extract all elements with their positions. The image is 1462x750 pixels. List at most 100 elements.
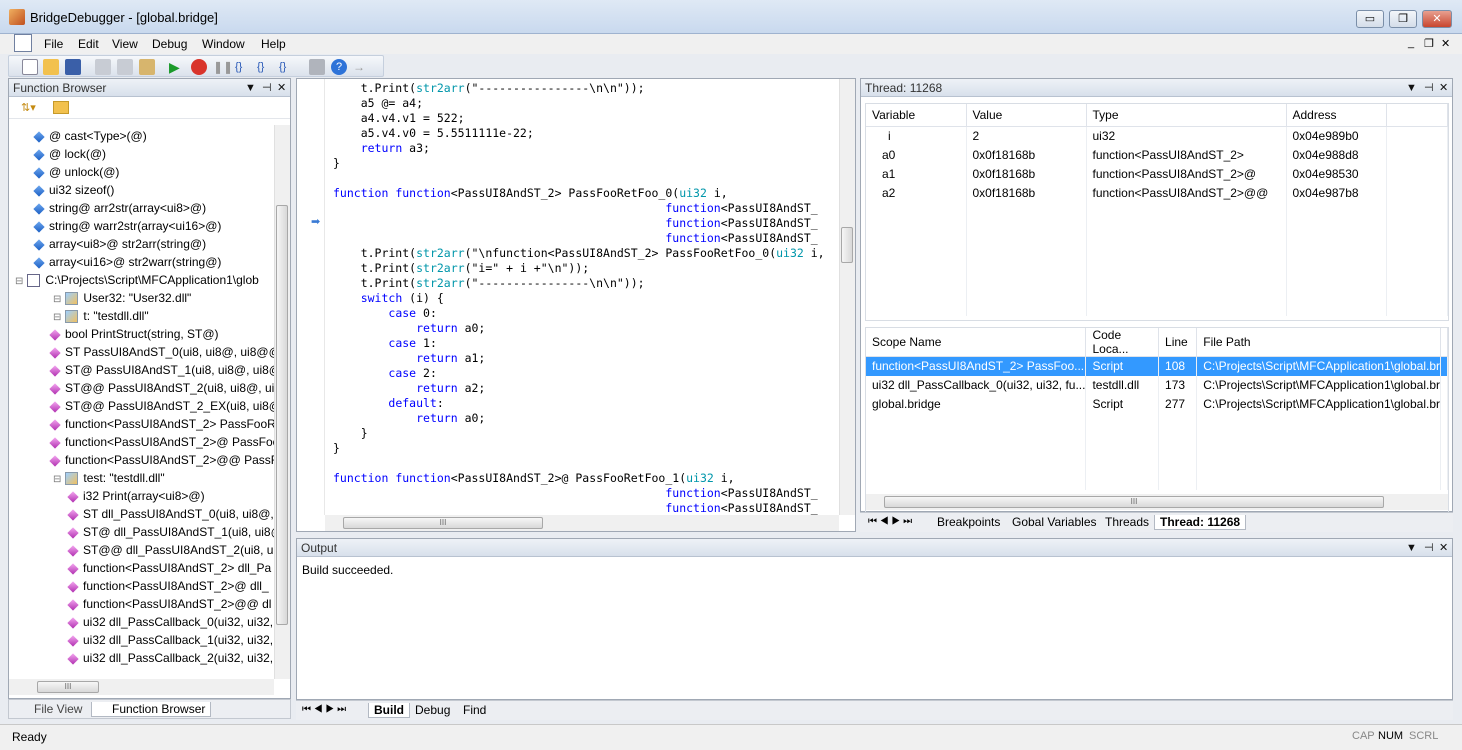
tree-item[interactable]: bool PrintStruct(string, ST@) — [49, 325, 219, 343]
tree-item[interactable]: function<PassUI8AndST_2>@@ PassF — [49, 451, 274, 469]
editor-vscroll[interactable] — [839, 79, 855, 515]
open-folder-icon[interactable] — [43, 59, 59, 75]
column-header[interactable]: Variable — [866, 104, 967, 127]
dropdown-icon[interactable]: ▼ — [1406, 539, 1417, 557]
column-header[interactable]: Value — [966, 104, 1087, 127]
expand-icon[interactable]: ⊟ — [53, 312, 61, 323]
column-header[interactable]: Address — [1286, 104, 1387, 127]
call-stack-row[interactable]: function<PassUI8AndST_2> PassFoo... Scrip… — [866, 356, 1448, 376]
tree-item[interactable]: ST PassUI8AndST_0(ui8, ui8@, ui8@@, — [49, 343, 274, 361]
tree-item[interactable]: i32 Print(array<ui8>@) — [67, 487, 205, 505]
maximize-button[interactable]: ❐ — [1389, 10, 1417, 28]
tree-item[interactable]: ST@@ dll_PassUI8AndST_2(ui8, ui8 — [67, 541, 274, 559]
menu-view[interactable]: View — [112, 37, 138, 51]
mdi-close-icon[interactable]: ✕ — [1441, 37, 1450, 50]
variable-row[interactable]: a1 0x0f18168b function<PassUI8AndST_2>@ 0x0… — [866, 164, 1448, 183]
menu-window[interactable]: Window — [202, 37, 245, 51]
tab-thread-11268[interactable]: Thread: 11268 — [1154, 515, 1247, 530]
tree-item[interactable]: ⊟ test: "testdll.dll" — [53, 469, 165, 489]
output-tab-nav-icons[interactable]: ⏮ ◀ ▶ ⏭ — [302, 704, 346, 715]
tab-breakpoints[interactable]: Breakpoints — [932, 515, 1005, 529]
help-icon[interactable]: ? — [331, 59, 347, 75]
tree-item[interactable]: ST@@ PassUI8AndST_2(ui8, ui8@, ui8 — [49, 379, 274, 397]
expand-icon[interactable]: ⊟ — [15, 276, 23, 287]
tree-item[interactable]: string@ arr2str(array<ui8>@) — [33, 199, 206, 217]
call-stack-row[interactable]: ui32 dll_PassCallback_0(ui32, ui32, fu..… — [866, 375, 1448, 395]
save-icon[interactable] — [65, 59, 81, 75]
expand-icon[interactable]: ⊟ — [53, 294, 61, 305]
column-header[interactable]: Type — [1086, 104, 1287, 127]
copy-icon[interactable] — [117, 59, 133, 75]
print-icon[interactable] — [309, 59, 325, 75]
tree-item[interactable]: string@ warr2str(array<ui16>@) — [33, 217, 221, 235]
mdi-restore-icon[interactable]: ❐ — [1424, 37, 1434, 50]
new-file-icon[interactable] — [22, 59, 38, 75]
tree-item[interactable]: function<PassUI8AndST_2> dll_Pa — [67, 559, 271, 577]
menu-file[interactable]: File — [44, 37, 63, 51]
pin-icon[interactable]: ⊣ — [1424, 79, 1434, 97]
pin-icon[interactable]: ⊣ — [262, 79, 272, 97]
close-button[interactable]: ✕ — [1422, 10, 1452, 28]
column-header[interactable]: File Path — [1196, 328, 1441, 357]
variable-row[interactable]: a2 0x0f18168b function<PassUI8AndST_2>@@ 0x… — [866, 183, 1448, 202]
close-icon[interactable]: ✕ — [277, 79, 286, 97]
menu-edit[interactable]: Edit — [78, 37, 99, 51]
tree-item[interactable]: function<PassUI8AndST_2>@ dll_ — [67, 577, 269, 595]
tree-item[interactable]: ST@@ PassUI8AndST_2_EX(ui8, ui8@, — [49, 397, 274, 415]
folder-icon[interactable] — [53, 101, 69, 114]
code-editor[interactable]: ➡ t.Print(str2arr("----------------\n\n"… — [296, 78, 856, 532]
editor-hscroll[interactable]: III — [325, 515, 839, 531]
menu-debug[interactable]: Debug — [152, 37, 187, 51]
tree-item[interactable]: array<ui8>@ str2arr(string@) — [33, 235, 206, 253]
variable-row[interactable]: a0 0x0f18168b function<PassUI8AndST_2> 0x04… — [866, 145, 1448, 164]
tree-item[interactable]: function<PassUI8AndST_2>@ PassFoo — [49, 433, 274, 451]
tab-global-variables[interactable]: Gobal Variables — [1007, 515, 1102, 529]
tab-function-browser[interactable]: Function Browser — [91, 702, 212, 717]
variable-row[interactable]: i 2 ui32 0x04e989b0 — [866, 126, 1448, 145]
tree-item[interactable]: ui32 sizeof() — [33, 181, 114, 199]
tab-nav-icons[interactable]: ⏮ ◀ ▶ ⏭ — [868, 516, 912, 527]
tree-item[interactable]: ST dll_PassUI8AndST_0(ui8, ui8@, u — [67, 505, 274, 523]
tree-item[interactable]: ⊟ t: "testdll.dll" — [53, 307, 149, 327]
tree-item[interactable]: array<ui16>@ str2warr(string@) — [33, 253, 221, 271]
expand-icon[interactable]: ⊟ — [53, 474, 61, 485]
step-out-icon[interactable]: {} — [279, 59, 295, 75]
call-stack-hscroll[interactable]: III — [866, 494, 1448, 510]
sort-icon[interactable]: ⇅▾ — [21, 101, 43, 115]
pause-icon[interactable]: ❚❚ — [213, 59, 233, 75]
tree-item[interactable]: ⊟ User32: "User32.dll" — [53, 289, 191, 309]
step-over-icon[interactable]: {} — [257, 59, 273, 75]
dropdown-icon[interactable]: ▼ — [1406, 79, 1417, 97]
tree-item[interactable]: ui32 dll_PassCallback_1(ui32, ui32, — [67, 631, 273, 649]
minimize-button[interactable]: ▭ — [1356, 10, 1384, 28]
call-stack-row[interactable]: global.bridge Script 277 C:\Projects\Script… — [866, 394, 1448, 414]
stop-icon[interactable] — [191, 59, 207, 75]
column-header[interactable]: Code Loca... — [1085, 328, 1160, 357]
tree-item[interactable]: function<PassUI8AndST_2>@@ dl — [67, 595, 271, 613]
tree-item[interactable]: ui32 dll_PassCallback_0(ui32, ui32, — [67, 613, 273, 631]
run-icon[interactable]: ▶ — [169, 59, 185, 75]
tab-find[interactable]: Find — [458, 703, 491, 717]
arrow-icon[interactable]: → — [353, 59, 369, 75]
mdi-minimize-icon[interactable]: _ — [1408, 37, 1414, 49]
close-icon[interactable]: ✕ — [1439, 79, 1448, 97]
cut-icon[interactable] — [95, 59, 111, 75]
tree-item[interactable]: ui32 dll_PassCallback_2(ui32, ui32, — [67, 649, 273, 667]
tree-item[interactable]: @ unlock(@) — [33, 163, 119, 181]
tree-item[interactable]: ST@ dll_PassUI8AndST_1(ui8, ui8@ — [67, 523, 274, 541]
menu-help[interactable]: Help — [261, 37, 286, 51]
tab-debug[interactable]: Debug — [410, 703, 455, 717]
function-browser-vscroll[interactable] — [274, 125, 290, 679]
column-header[interactable]: Line — [1158, 328, 1198, 357]
tab-threads[interactable]: Threads — [1100, 515, 1154, 529]
function-browser-hscroll[interactable]: III — [9, 679, 274, 695]
tab-file-view[interactable]: File View — [29, 702, 87, 716]
pin-icon[interactable]: ⊣ — [1424, 539, 1434, 557]
tree-item[interactable]: function<PassUI8AndST_2> PassFooR — [49, 415, 274, 433]
column-header[interactable]: Scope Name — [866, 328, 1087, 357]
tab-build[interactable]: Build — [368, 703, 410, 718]
tree-item[interactable]: ⊟ C:\Projects\Script\MFCApplication1\glob — [15, 271, 259, 291]
dropdown-icon[interactable]: ▼ — [245, 79, 256, 97]
tree-item[interactable]: ST@ PassUI8AndST_1(ui8, ui8@, ui8@ — [49, 361, 274, 379]
step-into-icon[interactable]: {} — [235, 59, 251, 75]
